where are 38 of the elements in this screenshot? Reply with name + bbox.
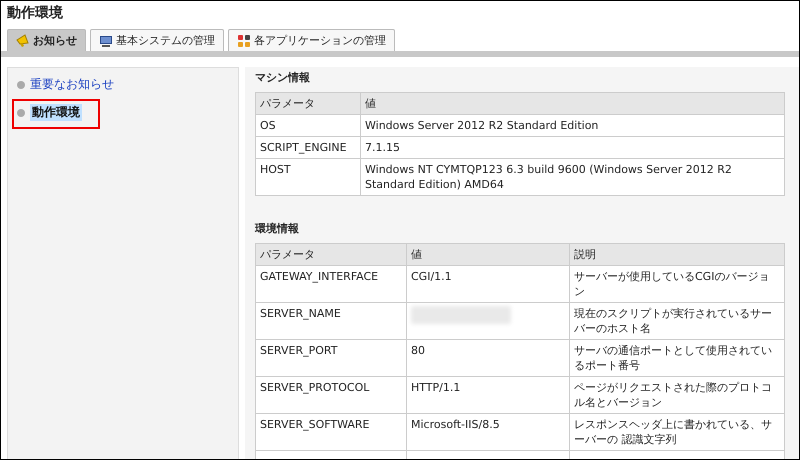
tab[interactable]: 基本システムの管理 [90,29,224,51]
table-cell: 7.1.15 [360,136,784,158]
column-header: パラメータ [256,244,406,266]
table-cell: GATEWAY_INTERFACE [256,266,406,302]
table-cell: 80 [406,340,570,376]
column-header: パラメータ [256,92,360,114]
table-cell: SCRIPT_ENGINE [256,136,360,158]
column-header: 説明 [570,244,784,266]
tab[interactable]: 各アプリケーションの管理 [228,29,395,51]
table-cell: Microsoft-IIS/8.5 [406,414,570,450]
page-title: 動作環境 [6,4,64,23]
table-cell: レスポンスヘッダ上に書かれている、サーバーの 認識文字列 [570,414,784,450]
table-cell: SERVER_NAME [256,302,406,340]
megaphone-icon [16,34,30,48]
monitor-icon [99,34,113,48]
column-header: 値 [360,92,784,114]
table-cell: SERVER_PORT [256,340,406,376]
bullet-icon [17,108,25,116]
sidebar-link[interactable]: 重要なお知らせ [30,76,114,93]
bullet-icon [17,80,25,88]
section-heading: 環境情報 [255,221,300,236]
column-header: 値 [406,244,570,266]
table-cell: SERVER_SOFTWARE [256,414,406,450]
sidebar-link[interactable]: 動作環境 [30,104,82,121]
table-cell: SERVER_PROTOCOL [256,376,406,414]
app-grid-icon [237,34,251,48]
table-cell: OS [256,114,360,136]
table-cell: サーバーが使用しているCGIのバージョン [570,266,784,302]
table-cell: Windows Server 2012 R2 Standard Edition [360,114,784,136]
table-cell: HOST [256,158,360,196]
table-cell: CGI/1.1 [406,266,570,302]
table-cell: ページがリクエストされた際のプロトコル名とバージョン [570,376,784,414]
table-cell: サーバの通信ポートとして使用されているポート番号 [570,340,784,376]
table-cell: HTTP/1.1 [406,376,570,414]
section-heading: マシン情報 [255,70,311,85]
tab[interactable]: お知らせ [7,29,86,51]
table-cell: Windows NT CYMTQP123 6.3 build 9600 (Windows Server 2012 R2 Standard Edition) AMD64 [360,158,784,196]
table-cell: 現在のスクリプトが実行されているサーバーのホスト名 [570,302,784,340]
